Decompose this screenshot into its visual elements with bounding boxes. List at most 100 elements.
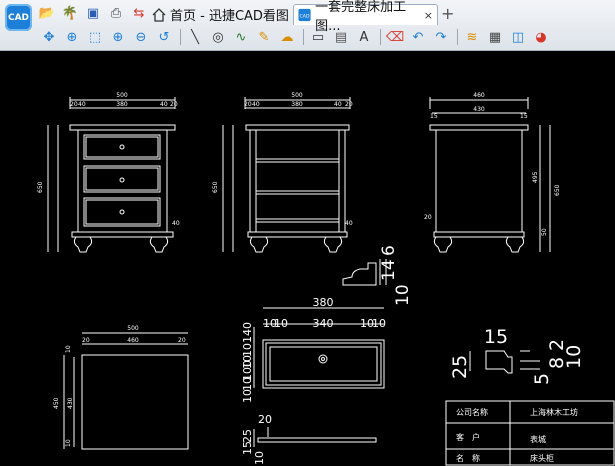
molding-a: 6 (379, 245, 399, 256)
cad-drawing: 500 20 40 380 40 20 650 40 500 20 40 380… (37, 92, 615, 466)
detail-e: 25 (449, 355, 471, 379)
top-l: 20 (82, 337, 90, 344)
side-h3: 50 (541, 228, 548, 236)
zoom-in-icon[interactable]: ⊕ (109, 28, 127, 46)
front-dim-4: 40 (160, 101, 168, 108)
3d-view-icon[interactable]: ◫ (509, 28, 527, 46)
drawer-v1: 10 (241, 343, 254, 357)
side-t2: 15 (520, 113, 528, 120)
new-tab-button[interactable]: + (441, 4, 454, 23)
section-side-lbl: 40 (345, 220, 353, 227)
sketch-pen-icon[interactable]: ✎ (255, 28, 273, 46)
zoom-realtime-icon[interactable]: ⊕ (63, 28, 81, 46)
toolbar-separator (303, 29, 304, 45)
palm-tree-icon[interactable]: 🌴 (61, 4, 79, 22)
top-t: 10 (65, 345, 72, 353)
toolbar-separator (180, 29, 181, 45)
front-side-lbl: 40 (172, 220, 180, 227)
front-dim-1: 20 (70, 101, 78, 108)
top-h2: 430 (67, 397, 74, 409)
drawer-b: 10 (274, 317, 288, 330)
section-dim-2: 40 (252, 101, 260, 108)
panel-width-dim: 20 (258, 413, 272, 426)
tab-drawing[interactable]: CAD 一套完整床加工图... × (293, 0, 438, 34)
title-label-client: 客 户 (456, 432, 480, 442)
drawer-v5: 10 (241, 389, 254, 403)
side-width-dim: 460 (473, 92, 485, 99)
section-view (222, 97, 351, 253)
title-bar: CAD 📂 🌴 ▣ ⎙ ⇆ 首页 - 迅捷CAD看图 CAD 一套完整床加工图... ×… (0, 0, 615, 51)
detail-top: 15 (484, 326, 508, 348)
front-width-dim: 500 (116, 92, 128, 99)
zoom-window-icon[interactable]: ⬚ (86, 28, 104, 46)
front-height-dim: 650 (37, 181, 44, 193)
text-icon[interactable]: A (355, 28, 373, 46)
front-dim-5: 20 (170, 101, 178, 108)
section-width-dim: 500 (291, 92, 303, 99)
drawer-e: 10 (372, 317, 386, 330)
side-inner-dim: 430 (473, 106, 485, 113)
side-h1: 495 (532, 171, 539, 183)
image-icon[interactable]: ▤ (332, 28, 350, 46)
title-value-client: 表城 (530, 434, 546, 444)
molding-b: 14 (379, 259, 399, 281)
circle-icon[interactable]: ◎ (209, 28, 227, 46)
zoom-previous-icon[interactable]: ↺ (155, 28, 173, 46)
app-logo-icon[interactable]: CAD (5, 4, 32, 31)
panel-c: 10 (253, 451, 266, 465)
title-value-company: 上海林木工坊 (530, 407, 578, 417)
tab-home-label: 首页 - 迅捷CAD看图 (170, 9, 289, 24)
side-t1: 15 (430, 113, 438, 120)
top-b: 10 (65, 439, 72, 447)
close-tab-icon[interactable]: × (424, 9, 433, 22)
front-dim-2: 40 (78, 101, 86, 108)
top-h: 450 (53, 397, 60, 409)
title-value-name: 床头柜 (530, 453, 554, 463)
polyline-icon[interactable]: ∿ (232, 28, 250, 46)
rectangle-icon[interactable]: ▭ (309, 28, 327, 46)
detail-b: 5 (531, 373, 553, 385)
zoom-out-icon[interactable]: ⊖ (132, 28, 150, 46)
print-icon[interactable]: ⎙ (107, 4, 125, 22)
molding-c: 10 (393, 284, 413, 306)
front-dim-3: 380 (116, 101, 128, 108)
front-view (47, 97, 176, 253)
layers-icon[interactable]: ≋ (463, 28, 481, 46)
panel-a: 25 (241, 429, 254, 443)
detail-d: 10 (563, 345, 585, 369)
side-lbl: 20 (424, 214, 432, 221)
section-dim-3: 380 (291, 101, 303, 108)
section-dim-1: 20 (244, 101, 252, 108)
drawer-h: 140 (241, 322, 254, 343)
drawer-c: 340 (313, 317, 334, 330)
redo-icon[interactable]: ↷ (432, 28, 450, 46)
line-icon[interactable]: ╲ (186, 28, 204, 46)
undo-icon[interactable]: ↶ (409, 28, 427, 46)
pan-icon[interactable]: ✥ (40, 28, 58, 46)
drawer-v4: 10 (241, 377, 254, 391)
cad-file-icon: CAD (298, 8, 311, 22)
save-icon[interactable]: ▣ (84, 4, 102, 22)
title-label-name: 名 称 (456, 453, 480, 463)
drawing-canvas[interactable]: 500 20 40 380 40 20 650 40 500 20 40 380… (0, 51, 615, 466)
tab-home[interactable]: 首页 - 迅捷CAD看图 (152, 4, 292, 25)
eraser-icon[interactable]: ⌫ (386, 28, 404, 46)
color-wheel-icon[interactable]: ◕ (532, 28, 550, 46)
layout-icon[interactable]: ▦ (486, 28, 504, 46)
home-icon (152, 7, 166, 22)
top-r: 20 (178, 337, 186, 344)
toolbar-separator (457, 29, 458, 45)
side-h2: 650 (554, 184, 561, 196)
section-height-dim: 650 (212, 181, 219, 193)
edge-detail (469, 350, 540, 374)
title-label-company: 公司名称 (456, 407, 488, 417)
top-m: 460 (127, 337, 139, 344)
section-dim-4: 40 (334, 101, 342, 108)
open-folder-icon[interactable]: 📂 (38, 4, 56, 22)
toolbar-separator (380, 29, 381, 45)
convert-icon[interactable]: ⇆ (130, 4, 148, 22)
top-width-dim: 500 (127, 325, 139, 332)
top-view (63, 332, 189, 450)
cloud-markup-icon[interactable]: ☁ (278, 28, 296, 46)
panel-section (253, 427, 377, 447)
